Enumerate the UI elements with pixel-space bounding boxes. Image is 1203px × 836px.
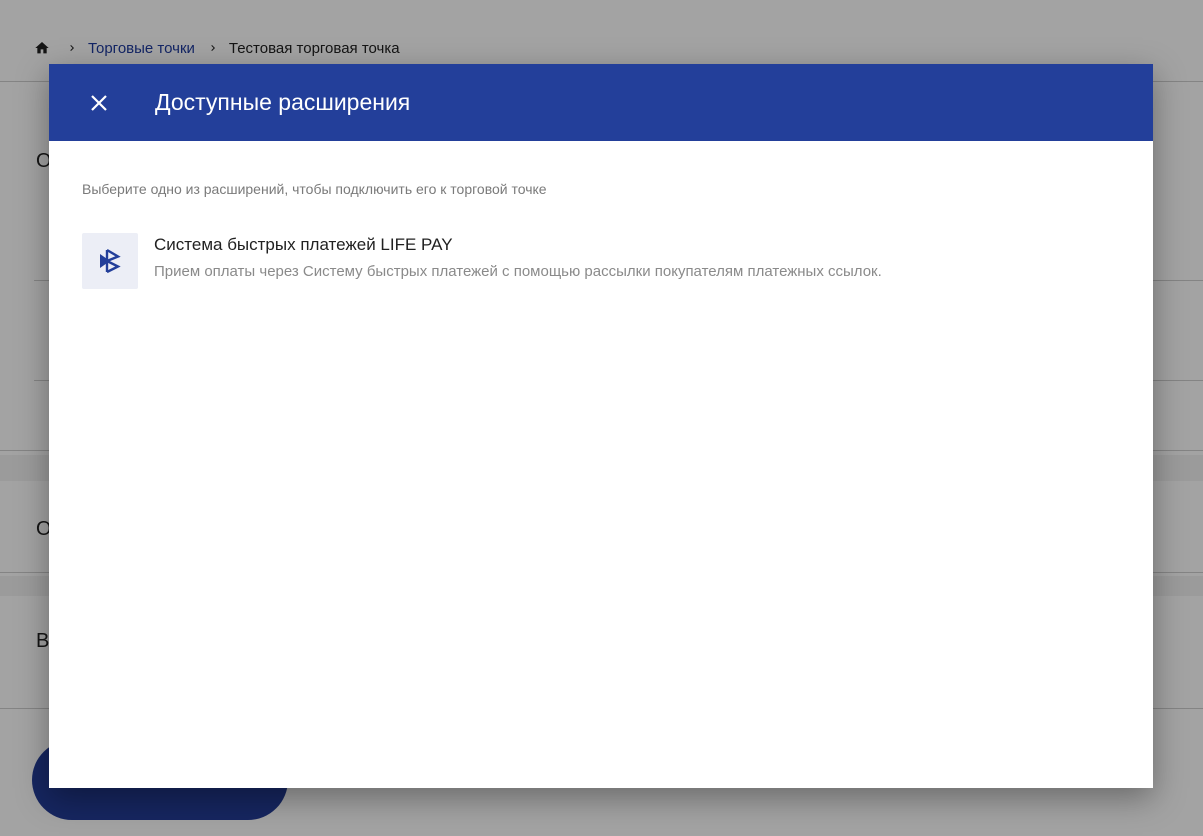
extension-icon [82, 233, 138, 289]
extension-title: Система быстрых платежей LIFE PAY [154, 235, 453, 254]
dialog-title: Доступные расширения [155, 89, 411, 115]
dialog-header: Доступные расширения [49, 64, 1153, 141]
extension-item-sbp[interactable]: Система быстрых платежей LIFE PAY Прием … [82, 233, 1120, 289]
sbp-logo-icon [100, 248, 121, 274]
dialog-hint: Выберите одно из расширений, чтобы подкл… [82, 181, 547, 197]
close-icon [91, 94, 107, 111]
dialog-body: Выберите одно из расширений, чтобы подкл… [49, 141, 1153, 289]
extension-description: Прием оплаты через Систему быстрых плате… [154, 263, 882, 280]
close-button[interactable] [75, 79, 123, 127]
extensions-dialog: Доступные расширения Выберите одно из ра… [49, 64, 1153, 788]
